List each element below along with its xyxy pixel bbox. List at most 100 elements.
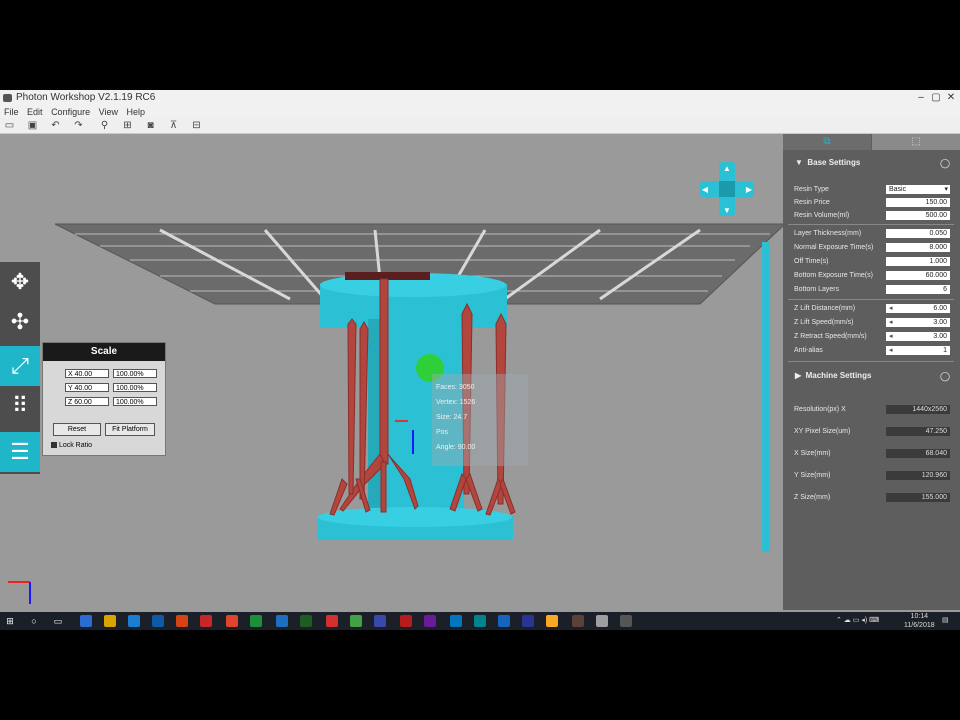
bottom-exposure-input[interactable]: 60.000 [886, 271, 950, 280]
resin-price-input[interactable]: 150.00 [886, 198, 950, 207]
spin-left-icon[interactable]: ◂ [889, 318, 893, 327]
z-lift-speed-spinbox[interactable]: ◂ 3.00 [886, 318, 950, 327]
x-size-row: X Size(mm) 68.040 [794, 448, 954, 459]
app-icon-explorer[interactable] [104, 615, 116, 627]
spin-left-icon[interactable]: ◂ [889, 304, 893, 313]
off-time-row: Off Time(s) 1.000 [794, 256, 954, 267]
layout-icon[interactable]: ⊞ [121, 119, 134, 132]
app-icon-photos[interactable] [400, 615, 412, 627]
machine-settings-toggle-icon[interactable]: ◯ [940, 371, 950, 382]
app-icon-photon-workshop[interactable] [620, 615, 632, 627]
z-lift-distance-row: Z Lift Distance(mm) ◂ 6.00 [794, 303, 954, 314]
model-faces: Faces: 3050 [436, 384, 475, 391]
clock[interactable]: 10:14 11/6/2018 [904, 612, 935, 630]
layer-thickness-input[interactable]: 0.050 [886, 229, 950, 238]
app-icon-office[interactable] [176, 615, 188, 627]
bottom-layers-input[interactable]: 6 [886, 285, 950, 294]
scale-x-size[interactable]: X 40.00 [65, 369, 109, 378]
open-icon[interactable]: ▭ [3, 119, 16, 132]
lock-ratio-checkbox[interactable]: Lock Ratio [51, 441, 92, 450]
app-icon-outlook[interactable] [276, 615, 288, 627]
model-size: Size: 24.7 [436, 414, 468, 421]
task-view-icon[interactable]: ▭ [52, 615, 64, 627]
scale-z-percent[interactable]: 100.00% [113, 397, 157, 406]
app-icon-edge[interactable] [128, 615, 140, 627]
base-settings-header[interactable]: ▼ Base Settings [795, 158, 860, 167]
support-icon[interactable]: ⚲ [98, 119, 111, 132]
tab-slice-settings[interactable]: ⧉ [783, 134, 871, 150]
scale-z-size[interactable]: Z 60.00 [65, 397, 109, 406]
undo-icon[interactable]: ↶ [49, 119, 62, 132]
spin-left-icon[interactable]: ◂ [889, 332, 893, 341]
resin-price-row: Resin Price 150.00 [794, 197, 954, 208]
view-navigation-cube[interactable]: ▲ ▼ ◀ ▶ [700, 162, 754, 216]
app-icon-vimeo[interactable] [498, 615, 510, 627]
spin-left-icon[interactable]: ◂ [889, 346, 893, 355]
hollow-icon[interactable]: ◙ [144, 119, 157, 132]
menu-help[interactable]: Help [126, 107, 145, 117]
layout-grid-icon[interactable]: ⠿ [4, 390, 36, 422]
resin-type-select[interactable]: Basic ▾ [886, 185, 950, 194]
tray-icons[interactable]: ⌃ ☁ ▭ ◂) ⌨ [836, 616, 879, 624]
normal-exposure-input[interactable]: 8.000 [886, 243, 950, 252]
layer-slider[interactable] [762, 242, 770, 552]
resolution-row: Resolution(px) X 1440x2560 [794, 404, 954, 415]
search-icon[interactable]: ○ [28, 615, 40, 627]
anti-alias-spinbox[interactable]: ◂ 1 [886, 346, 950, 355]
app-icon-ie[interactable] [152, 615, 164, 627]
layers-icon[interactable]: ☰ [0, 432, 40, 472]
redo-icon[interactable]: ↷ [72, 119, 85, 132]
app-icon-opera[interactable] [200, 615, 212, 627]
app-icon-teams[interactable] [374, 615, 386, 627]
resin-price-label: Resin Price [794, 199, 830, 206]
slice-icon[interactable]: ⊟ [190, 119, 203, 132]
app-icon-powerpoint[interactable] [546, 615, 558, 627]
app-icon-whatsapp[interactable] [350, 615, 362, 627]
app-icon-slack[interactable] [522, 615, 534, 627]
app-icon-chrome[interactable] [250, 615, 262, 627]
app-icon-excel[interactable] [300, 615, 312, 627]
app-icon [3, 94, 12, 102]
lock-ratio-box[interactable] [51, 442, 57, 449]
close-button[interactable]: ✕ [944, 90, 958, 106]
fit-platform-button[interactable]: Fit Platform [105, 423, 155, 436]
app-icon-acrobat[interactable] [326, 615, 338, 627]
base-settings-toggle-icon[interactable]: ◯ [940, 158, 950, 169]
maximize-button[interactable]: ▢ [929, 90, 943, 106]
start-icon[interactable]: ⊞ [4, 615, 16, 627]
scale-y-percent[interactable]: 100.00% [113, 383, 157, 392]
app-icon-notepad[interactable] [596, 615, 608, 627]
minimize-button[interactable]: – [914, 90, 928, 106]
reset-button[interactable]: Reset [53, 423, 101, 436]
3d-viewport[interactable]: Faces: 3050 Vertex: 1526 Size: 24.7 Pos … [0, 134, 783, 610]
menu-file[interactable]: File [4, 107, 19, 117]
machine-settings-header[interactable]: ▶ Machine Settings [795, 371, 871, 380]
tab-machine-settings[interactable]: ⬚ [872, 134, 960, 150]
save-icon[interactable]: ▣ [26, 119, 39, 132]
app-icon-visual-studio[interactable] [424, 615, 436, 627]
slice-settings-icon: ⧉ [823, 136, 831, 147]
lock-ratio-label: Lock Ratio [58, 442, 93, 449]
menu-configure[interactable]: Configure [51, 107, 90, 117]
move-icon[interactable]: ✥ [4, 266, 36, 298]
scale-icon[interactable]: ⤢ [0, 346, 40, 386]
notifications-icon[interactable]: ▤ [942, 616, 949, 624]
app-icon-onenote[interactable] [572, 615, 584, 627]
app-icon-vscode[interactable] [450, 615, 462, 627]
menu-view[interactable]: View [99, 107, 118, 117]
app-icon-word[interactable] [80, 615, 92, 627]
menu-edit[interactable]: Edit [27, 107, 43, 117]
z-retract-speed-spinbox[interactable]: ◂ 3.00 [886, 332, 950, 341]
machine-settings-title: Machine Settings [805, 371, 872, 380]
z-lift-distance-spinbox[interactable]: ◂ 6.00 [886, 304, 950, 313]
resin-volume-input[interactable]: 500.00 [886, 211, 950, 220]
app-icon-dropbox[interactable] [474, 615, 486, 627]
app-icon-firefox[interactable] [226, 615, 238, 627]
scale-x-percent[interactable]: 100.00% [113, 369, 157, 378]
scale-panel: Scale X 40.00 100.00% Y 40.00 100.00% Z … [42, 342, 166, 456]
off-time-input[interactable]: 1.000 [886, 257, 950, 266]
punch-icon[interactable]: ⊼ [167, 119, 180, 132]
resin-type-value: Basic [889, 186, 907, 193]
rotate-icon[interactable]: ✣ [4, 306, 36, 338]
scale-y-size[interactable]: Y 40.00 [65, 383, 109, 392]
